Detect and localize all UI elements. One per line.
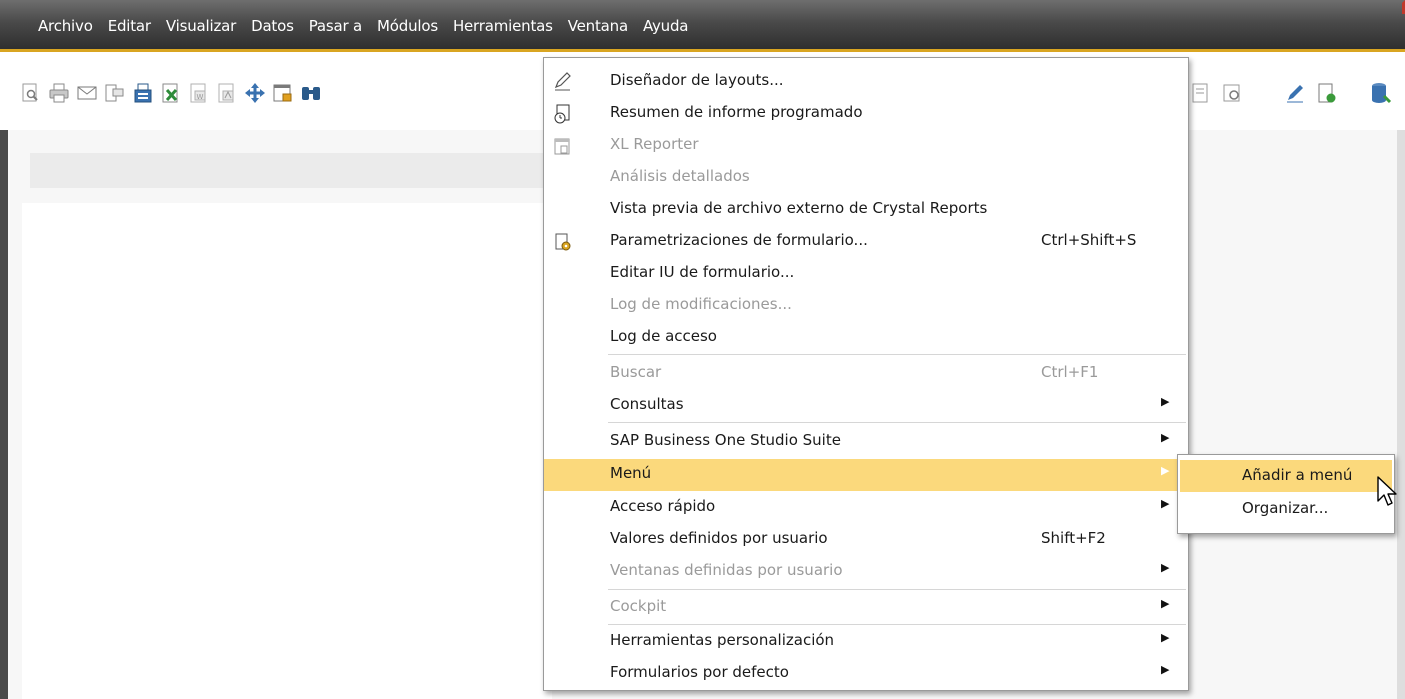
window-border-right: [1397, 130, 1405, 699]
menu-item-xl-reporter[interactable]: XL Reporter: [544, 130, 1188, 162]
submenu-arrow-icon: ▶: [1161, 497, 1170, 510]
menu-item-analisis-detallados[interactable]: Análisis detallados: [544, 162, 1188, 194]
corner-marker: [1395, 0, 1405, 14]
scheduled-report-icon: [554, 104, 570, 124]
menu-pasar-a[interactable]: Pasar a: [309, 17, 363, 35]
menu-editar[interactable]: Editar: [108, 17, 151, 35]
svg-text:W: W: [197, 93, 204, 101]
lock-form-icon[interactable]: [272, 82, 294, 104]
export-word-icon[interactable]: W: [188, 82, 210, 104]
sms-icon[interactable]: [104, 82, 126, 104]
menu-item-log-modificaciones[interactable]: Log de modificaciones...: [544, 290, 1188, 322]
window-border-left: [0, 130, 8, 699]
menu-item-formularios-defecto[interactable]: Formularios por defecto ▶: [544, 658, 1188, 690]
menu-bar-items: Archivo Editar Visualizar Datos Pasar a …: [38, 17, 688, 35]
submenu-arrow-icon: ▶: [1161, 631, 1170, 644]
export-pdf-icon[interactable]: [216, 82, 238, 104]
menu-item-valores-definidos[interactable]: Valores definidos por usuario Shift+F2: [544, 524, 1188, 556]
query-wizard-icon[interactable]: [1222, 82, 1244, 104]
submenu-arrow-icon: ▶: [1161, 431, 1170, 444]
submenu-arrow-icon: ▶: [1161, 597, 1170, 610]
submenu-arrow-icon: ▶: [1161, 395, 1170, 408]
menu-separator: [608, 354, 1186, 355]
database-icon[interactable]: [1370, 82, 1392, 104]
pencil-icon: [554, 72, 571, 91]
query-icon[interactable]: [1190, 82, 1212, 104]
menu-item-acceso-rapido[interactable]: Acceso rápido ▶: [544, 492, 1188, 524]
move-icon[interactable]: [244, 82, 266, 104]
menu-item-disenador-layouts[interactable]: Diseñador de layouts...: [544, 66, 1188, 98]
submenu-item-anadir-a-menu[interactable]: Añadir a menú: [1180, 460, 1392, 492]
menu-item-resumen-informe[interactable]: Resumen de informe programado: [544, 98, 1188, 130]
menu-ventana[interactable]: Ventana: [568, 17, 628, 35]
menu-visualizar[interactable]: Visualizar: [166, 17, 236, 35]
menu-item-ventanas-definidas[interactable]: Ventanas definidas por usuario ▶: [544, 556, 1188, 588]
menu-archivo[interactable]: Archivo: [38, 17, 93, 35]
mouse-cursor-icon: [1377, 476, 1397, 506]
menu-item-cockpit[interactable]: Cockpit ▶: [544, 592, 1188, 624]
menu-item-log-acceso[interactable]: Log de acceso: [544, 322, 1188, 354]
submenu-arrow-icon: ▶: [1161, 464, 1170, 477]
menu-item-menu[interactable]: Menú ▶: [544, 459, 1188, 491]
work-area-band: [30, 153, 550, 188]
find-icon[interactable]: [300, 82, 322, 104]
menu-herramientas[interactable]: Herramientas: [453, 17, 553, 35]
menu-item-parametrizaciones-formulario[interactable]: Parametrizaciones de formulario... Ctrl+…: [544, 226, 1188, 258]
menu-item-consultas[interactable]: Consultas ▶: [544, 390, 1188, 422]
submenu-item-organizar[interactable]: Organizar...: [1180, 493, 1392, 525]
menu-ayuda[interactable]: Ayuda: [643, 17, 689, 35]
submenu-arrow-icon: ▶: [1161, 663, 1170, 676]
menu-item-herramientas-personalizacion[interactable]: Herramientas personalización ▶: [544, 626, 1188, 658]
fax-icon[interactable]: [132, 82, 154, 104]
herramientas-dropdown: Diseñador de layouts... Resumen de infor…: [543, 57, 1189, 691]
menu-bar: Archivo Editar Visualizar Datos Pasar a …: [0, 0, 1405, 52]
new-doc-icon[interactable]: [1316, 82, 1338, 104]
menu-datos[interactable]: Datos: [251, 17, 294, 35]
xl-reporter-icon: [554, 138, 570, 155]
menu-separator: [608, 422, 1186, 423]
menu-item-editar-iu-formulario[interactable]: Editar IU de formulario...: [544, 258, 1188, 290]
print-icon[interactable]: [48, 82, 70, 104]
email-icon[interactable]: [76, 82, 98, 104]
menu-item-vista-previa-crystal[interactable]: Vista previa de archivo externo de Cryst…: [544, 194, 1188, 226]
menu-modulos[interactable]: Módulos: [377, 17, 438, 35]
export-excel-icon[interactable]: [160, 82, 182, 104]
menu-submenu: Añadir a menú Organizar...: [1177, 454, 1395, 534]
menu-item-sap-studio-suite[interactable]: SAP Business One Studio Suite ▶: [544, 426, 1188, 458]
menu-item-buscar[interactable]: Buscar Ctrl+F1: [544, 358, 1188, 390]
work-area-panel: [22, 203, 552, 699]
edit-icon[interactable]: [1284, 82, 1306, 104]
print-preview-icon[interactable]: [20, 82, 42, 104]
submenu-arrow-icon: ▶: [1161, 561, 1170, 574]
menu-separator: [608, 589, 1186, 590]
menu-separator: [608, 624, 1186, 625]
form-settings-icon: [555, 233, 571, 251]
